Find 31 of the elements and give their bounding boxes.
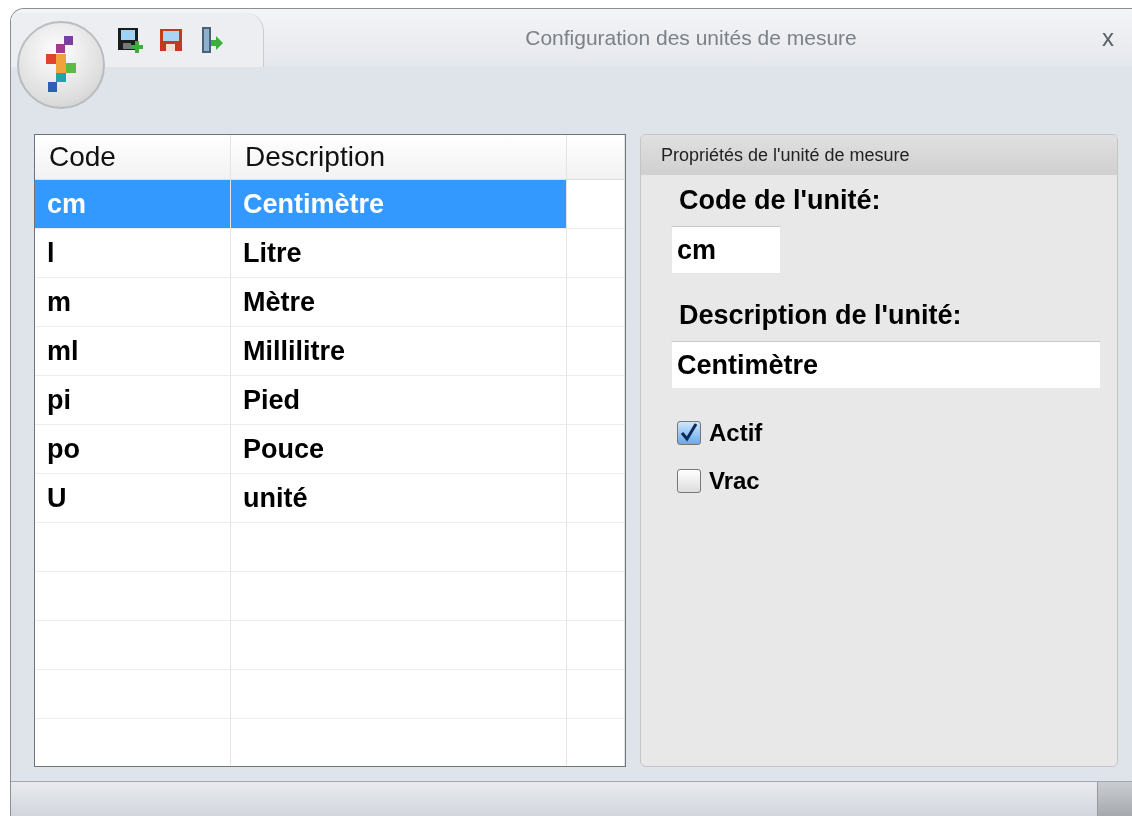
column-header[interactable]: Description: [231, 135, 567, 179]
table-cell: Centimètre: [231, 180, 567, 228]
table-cell: Millilitre: [231, 327, 567, 375]
table-cell: Mètre: [231, 278, 567, 326]
field-label: Code de l'unité:: [679, 185, 882, 216]
text-field[interactable]: Centimètre: [671, 341, 1101, 389]
resize-grip[interactable]: [1097, 782, 1132, 816]
table-cell: pi: [35, 376, 231, 424]
table-cell: unité: [231, 474, 567, 522]
checkbox-label[interactable]: Vrac: [709, 467, 760, 495]
exit-door-icon[interactable]: [199, 26, 223, 54]
window-title: Configuration des unités de mesure: [524, 26, 858, 50]
text-field[interactable]: cm: [671, 226, 781, 274]
table-cell: Pouce: [231, 425, 567, 473]
table-cell: Litre: [231, 229, 567, 277]
table-cell: m: [35, 278, 231, 326]
column-header[interactable]: Code: [35, 135, 231, 179]
save-new-icon[interactable]: [117, 27, 143, 53]
field-label: Description de l'unité:: [679, 300, 963, 331]
table-cell: U: [35, 474, 231, 522]
table-cell: ml: [35, 327, 231, 375]
checkbox[interactable]: [677, 469, 701, 493]
table-cell: Pied: [231, 376, 567, 424]
table-cell: l: [35, 229, 231, 277]
close-button[interactable]: x: [1098, 24, 1118, 52]
checkbox[interactable]: [677, 421, 701, 445]
checkbox-label[interactable]: Actif: [709, 419, 763, 447]
save-icon[interactable]: [159, 28, 183, 52]
panel-title: Propriétés de l'unité de mesure: [641, 135, 1117, 175]
table-cell: po: [35, 425, 231, 473]
table-cell: cm: [35, 180, 231, 228]
